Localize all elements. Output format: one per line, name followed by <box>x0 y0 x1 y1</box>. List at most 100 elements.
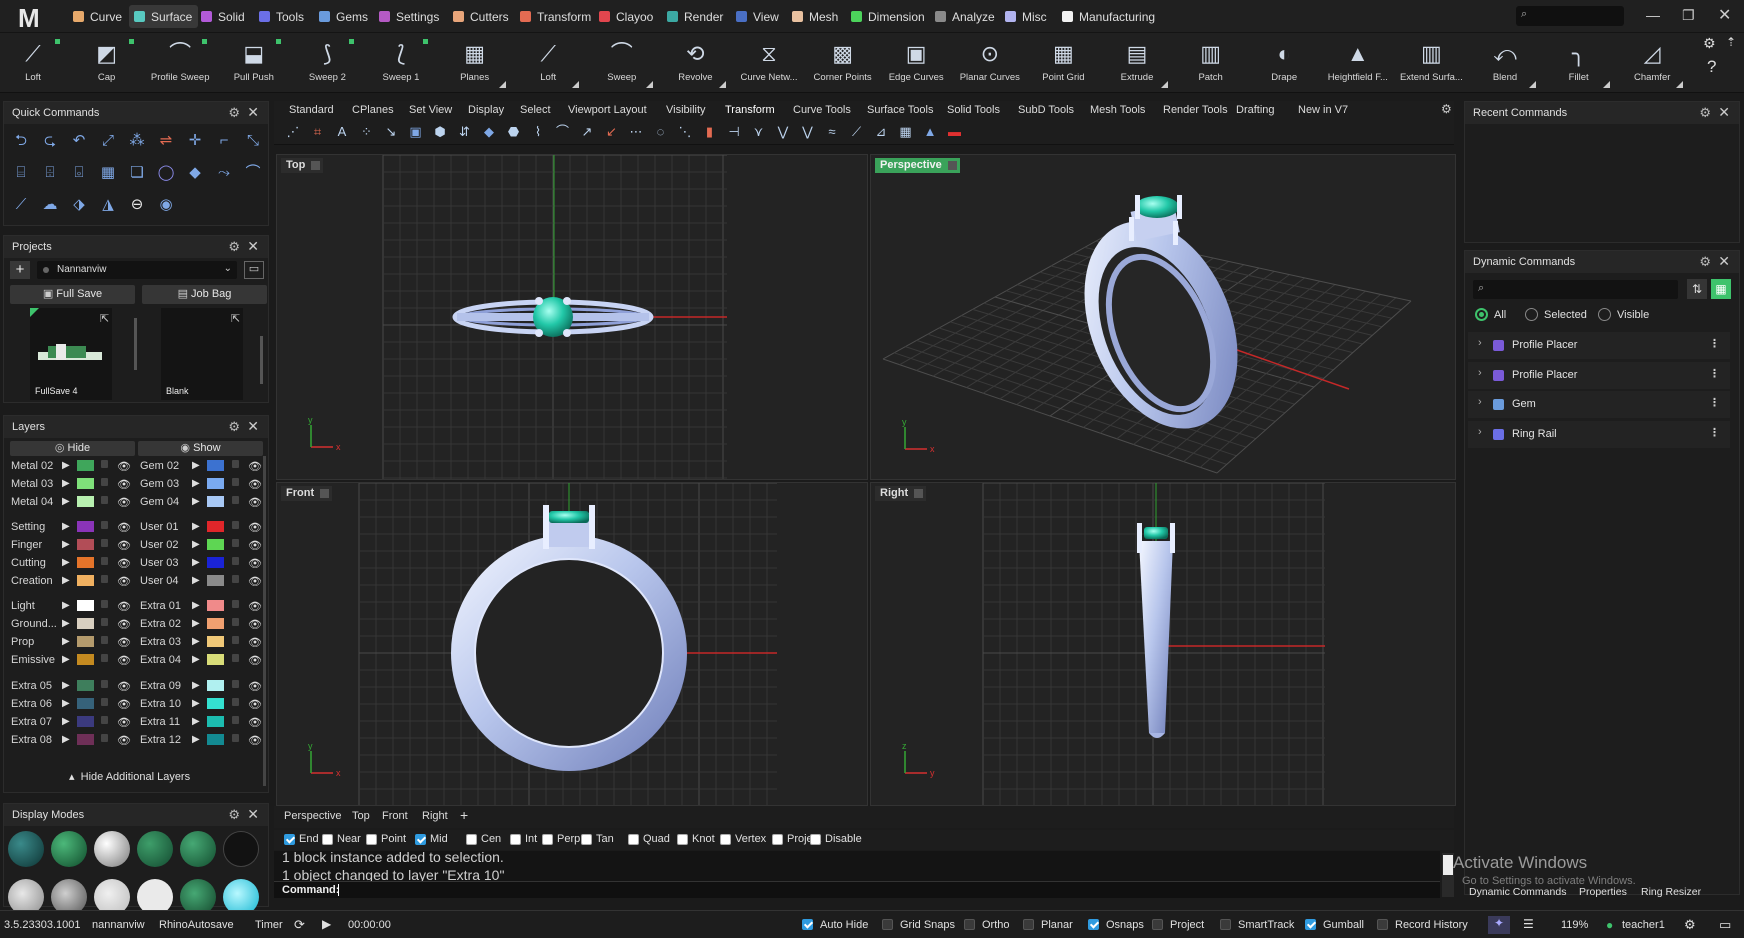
osnap-checkbox-perp[interactable] <box>542 834 553 845</box>
viewport-tool-icon[interactable]: ⁘ <box>358 123 376 141</box>
eye-icon[interactable]: 👁 <box>248 575 262 588</box>
more-icon[interactable]: ⋮ <box>1709 396 1720 409</box>
osnap-checkbox-point[interactable] <box>366 834 377 845</box>
toolbar-button-loft[interactable]: ⟋ Loft <box>511 36 585 92</box>
lock-icon[interactable] <box>232 636 239 644</box>
layer-color-swatch[interactable] <box>77 600 94 611</box>
toolbar-button-sweep-1[interactable]: ⟅ Sweep 1 <box>364 36 438 92</box>
viewport-tool-icon[interactable]: ≈ <box>823 123 841 141</box>
layer-color-swatch[interactable] <box>77 618 94 629</box>
tab-drafting[interactable]: Drafting <box>1236 104 1275 116</box>
toolbar-button-sweep-2[interactable]: ⟆ Sweep 2 <box>290 36 364 92</box>
eye-icon[interactable]: 👁 <box>117 460 131 473</box>
tab-set-view[interactable]: Set View <box>409 104 452 116</box>
gear-icon[interactable]: ⚙ <box>228 239 240 255</box>
viewport-tool-icon[interactable]: ⋁ <box>774 123 792 141</box>
osnap-checkbox-mid[interactable] <box>415 834 426 845</box>
expand-icon[interactable]: ▶ <box>62 680 70 691</box>
menu-tab-cutters[interactable]: Cutters <box>448 5 515 28</box>
layer-row[interactable]: Extra 06 ▶ 👁 Extra 10 ▶ 👁 <box>4 696 266 713</box>
layer-color-swatch[interactable] <box>77 636 94 647</box>
flyout-icon[interactable] <box>1529 81 1536 88</box>
lock-icon[interactable] <box>232 521 239 529</box>
viewport-tool-icon[interactable]: ↘ <box>382 123 400 141</box>
viewport-tool-icon[interactable]: ⟋ <box>848 123 866 141</box>
expand-icon[interactable]: ▶ <box>62 716 70 727</box>
flyout-icon[interactable] <box>1602 81 1610 88</box>
quick-command-icon[interactable]: ⌸ <box>10 162 32 184</box>
close-icon[interactable]: ✕ <box>247 238 259 255</box>
osnap-checkbox-int[interactable] <box>510 834 521 845</box>
menu-tab-analyze[interactable]: Analyze <box>930 5 1001 28</box>
lock-icon[interactable] <box>232 460 239 468</box>
osnap-checkbox-vertex[interactable] <box>720 834 731 845</box>
flyout-icon[interactable] <box>1676 81 1684 88</box>
layer-color-swatch[interactable] <box>207 496 224 507</box>
layer-color-swatch[interactable] <box>207 698 224 709</box>
toolbar-button-blend[interactable]: ⤺ Blend <box>1468 36 1542 92</box>
lock-icon[interactable] <box>101 654 108 662</box>
quick-command-icon[interactable]: ⮌ <box>10 130 32 152</box>
expand-icon[interactable]: ▶ <box>62 460 70 471</box>
eye-icon[interactable]: 👁 <box>117 734 131 747</box>
recent-command-icon[interactable] <box>1587 168 1615 196</box>
expand-icon[interactable]: ▶ <box>192 698 200 709</box>
status-toggle-osnaps[interactable] <box>1088 919 1099 930</box>
expand-icon[interactable]: ▶ <box>192 636 200 647</box>
quick-command-icon[interactable]: ⁂ <box>126 130 148 152</box>
layer-color-swatch[interactable] <box>207 654 224 665</box>
layer-row[interactable]: Creation ▶ 👁 User 04 ▶ 👁 <box>4 573 266 590</box>
project-select[interactable]: Nannanviw ⌄ <box>37 261 237 279</box>
quick-command-icon[interactable]: ⊖ <box>126 194 148 216</box>
lock-icon[interactable] <box>101 575 108 583</box>
quick-command-icon[interactable]: ⟋ <box>10 194 32 216</box>
panel-tab[interactable]: Ring Resizer <box>1641 886 1701 898</box>
layer-color-swatch[interactable] <box>77 680 94 691</box>
expand-icon[interactable]: ▶ <box>192 734 200 745</box>
dynamic-command-item[interactable]: › Profile Placer ⋮ <box>1468 361 1730 389</box>
viewport-tool-icon[interactable]: ↗ <box>578 123 596 141</box>
more-icon[interactable]: ⋮ <box>1709 426 1720 439</box>
filter-radio-all[interactable] <box>1475 308 1488 321</box>
scrollbar[interactable] <box>263 456 266 786</box>
minimize-icon[interactable]: — <box>1646 7 1660 23</box>
recent-command-icon[interactable] <box>1511 168 1539 196</box>
osnap-checkbox-project[interactable] <box>772 834 783 845</box>
layer-color-swatch[interactable] <box>77 460 94 471</box>
quick-command-icon[interactable]: ↶ <box>68 130 90 152</box>
toolbar-button-drape[interactable]: ◐ Drape <box>1247 36 1321 92</box>
eye-icon[interactable]: 👁 <box>117 716 131 729</box>
expand-icon[interactable]: ▶ <box>192 460 200 471</box>
expand-icon[interactable]: ▶ <box>192 716 200 727</box>
search-input[interactable]: ⌕ <box>1516 6 1624 26</box>
eye-icon[interactable]: 👁 <box>117 600 131 613</box>
lock-icon[interactable] <box>232 698 239 706</box>
layer-row[interactable]: Extra 05 ▶ 👁 Extra 09 ▶ 👁 <box>4 678 266 695</box>
tab-mesh-tools[interactable]: Mesh Tools <box>1090 104 1145 116</box>
expand-icon[interactable]: ▶ <box>62 496 70 507</box>
lock-icon[interactable] <box>232 575 239 583</box>
dynamic-search-input[interactable]: ⌕ <box>1473 280 1678 299</box>
quick-command-icon[interactable]: ☁ <box>39 194 61 216</box>
layer-row[interactable]: Metal 04 ▶ 👁 Gem 04 ▶ 👁 <box>4 494 266 511</box>
toolbar-button-loft[interactable]: ⟋ Loft <box>0 36 70 92</box>
menu-tab-surface[interactable]: Surface <box>129 5 199 28</box>
viewport-label[interactable]: Top <box>281 158 324 173</box>
status-toggle-record-history[interactable] <box>1377 919 1388 930</box>
toolbar-button-chamfer[interactable]: ◿ Chamfer <box>1615 36 1689 92</box>
viewport-tool-icon[interactable]: ⋎ <box>750 123 768 141</box>
hide-layers-button[interactable]: ◎ Hide <box>10 441 135 456</box>
viewport-tool-icon[interactable]: ⋰ <box>284 123 302 141</box>
menu-tab-mesh[interactable]: Mesh <box>787 5 844 28</box>
tab-select[interactable]: Select <box>520 104 551 116</box>
layer-color-swatch[interactable] <box>77 734 94 745</box>
tab-visibility[interactable]: Visibility <box>666 104 706 116</box>
layer-color-swatch[interactable] <box>77 654 94 665</box>
lock-icon[interactable] <box>232 478 239 486</box>
layer-row[interactable]: Ground... ▶ 👁 Extra 02 ▶ 👁 <box>4 616 266 633</box>
quick-command-icon[interactable]: ▦ <box>97 162 119 184</box>
gear-icon[interactable]: ⚙ <box>228 807 240 823</box>
layer-color-swatch[interactable] <box>77 575 94 586</box>
recent-command-icon[interactable] <box>1511 130 1539 158</box>
toolbar-button-sweep[interactable]: ⌒ Sweep <box>585 36 659 92</box>
